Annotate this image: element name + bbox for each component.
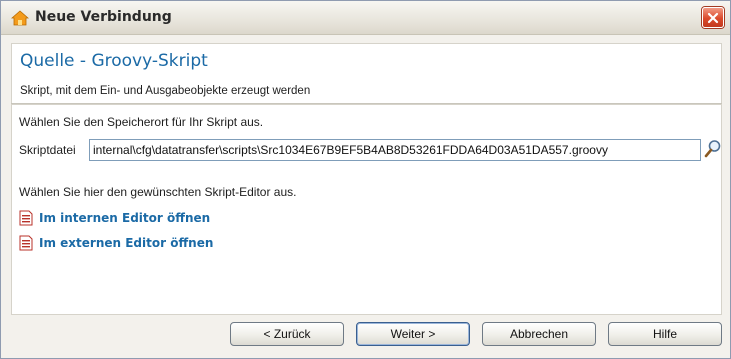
next-button[interactable]: Weiter > [356,322,470,346]
app-icon [11,10,29,26]
groovy-file-icon [19,210,33,226]
back-button[interactable]: < Zurück [230,322,344,346]
page-title: Quelle - Groovy-Skript [20,51,208,71]
script-file-label: Skriptdatei [19,143,76,157]
groovy-file-icon [19,235,33,251]
internal-editor-link-label[interactable]: Im internen Editor öffnen [39,211,210,225]
page-header: Quelle - Groovy-Skript Skript, mit dem E… [11,43,722,105]
window-title: Neue Verbindung [35,9,172,25]
title-bar[interactable]: Neue Verbindung [1,1,730,35]
location-prompt: Wählen Sie den Speicherort für Ihr Skrip… [19,115,264,129]
internal-editor-link[interactable]: Im internen Editor öffnen [19,209,210,227]
page-subtitle: Skript, mit dem Ein- und Ausgabeobjekte … [20,85,311,97]
close-icon [707,12,719,23]
close-button[interactable] [702,7,724,28]
dialog-window: Neue Verbindung Quelle - Groovy-Skript S… [0,0,731,359]
content-panel: Wählen Sie den Speicherort für Ihr Skrip… [11,105,722,315]
header-separator [11,103,722,104]
external-editor-link[interactable]: Im externen Editor öffnen [19,234,213,252]
magnifier-icon [704,140,721,158]
help-button[interactable]: Hilfe [608,322,722,346]
cancel-button[interactable]: Abbrechen [482,322,596,346]
script-file-input[interactable]: internal\cfg\datatransfer\scripts\Src103… [89,139,701,161]
browse-button[interactable] [704,138,722,160]
external-editor-link-label[interactable]: Im externen Editor öffnen [39,236,213,250]
editor-prompt: Wählen Sie hier den gewünschten Skript-E… [19,185,297,199]
